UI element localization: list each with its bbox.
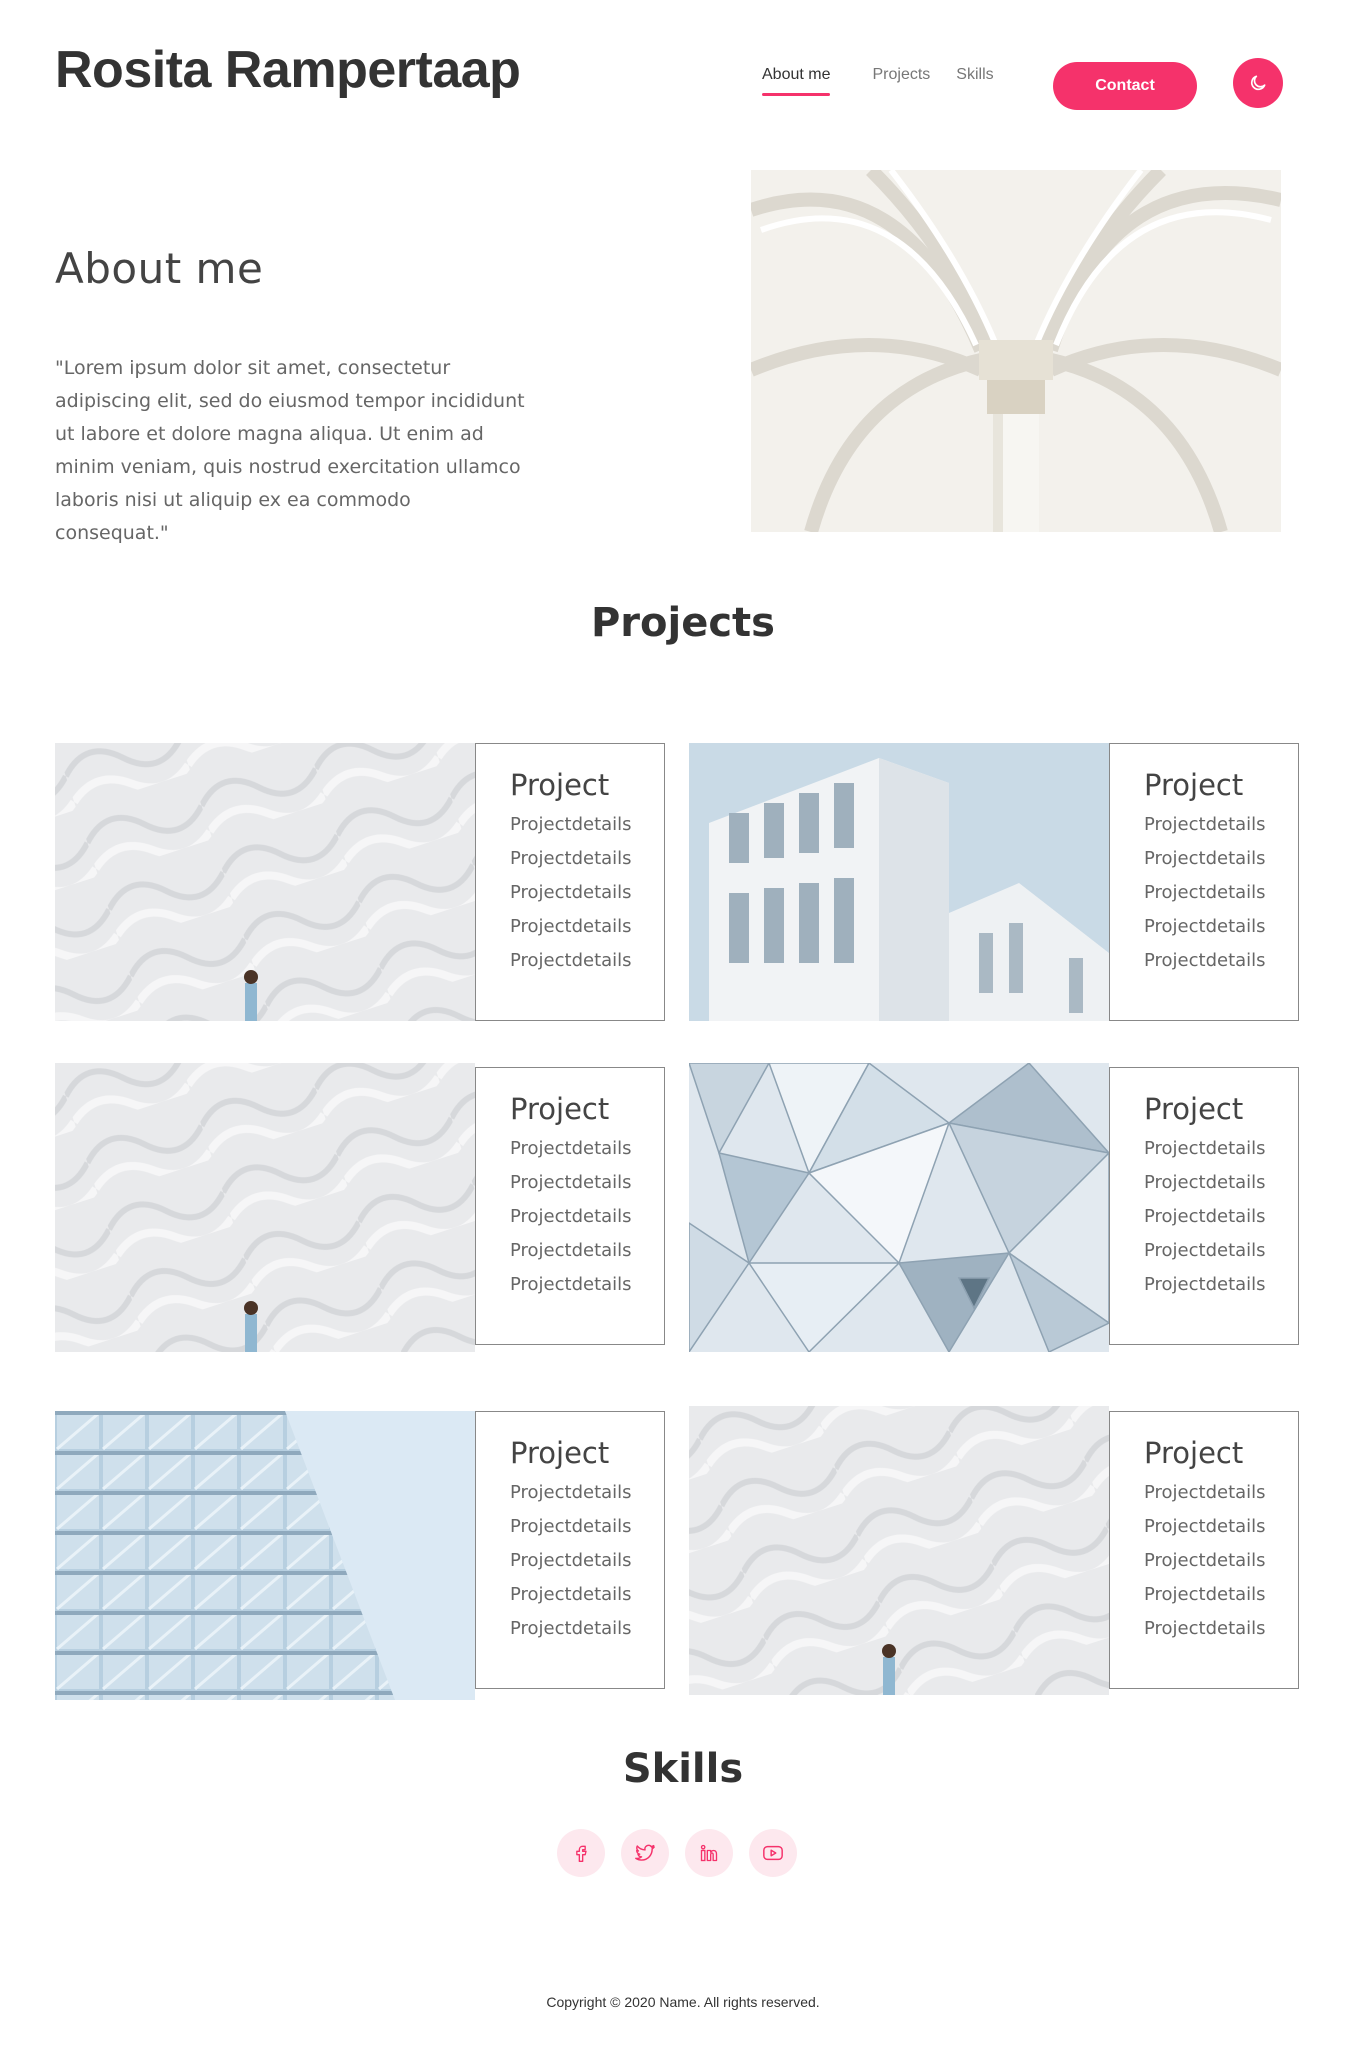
projects-title: Projects bbox=[590, 600, 775, 646]
project-detail: Projectdetails bbox=[1144, 1584, 1266, 1605]
project-detail: Projectdetails bbox=[510, 916, 632, 937]
project-detail: Projectdetails bbox=[510, 882, 632, 903]
project-detail: Projectdetails bbox=[1144, 1618, 1266, 1639]
project-title: Project bbox=[1144, 1092, 1244, 1126]
project-detail: Projectdetails bbox=[1144, 848, 1266, 869]
project-detail: Projectdetails bbox=[1144, 1172, 1266, 1193]
about-title: About me bbox=[55, 244, 264, 293]
project-detail: Projectdetails bbox=[1144, 1274, 1266, 1295]
project-image[interactable] bbox=[55, 1411, 475, 1700]
copyright: Copyright © 2020 Name. All rights reserv… bbox=[546, 1994, 820, 2010]
social-links bbox=[557, 1829, 813, 1877]
project-image[interactable] bbox=[55, 743, 475, 1021]
linkedin-link[interactable] bbox=[685, 1829, 733, 1877]
project-detail: Projectdetails bbox=[510, 814, 632, 835]
project-detail: Projectdetails bbox=[1144, 1206, 1266, 1227]
project-detail: Projectdetails bbox=[1144, 1138, 1266, 1159]
project-card[interactable]: Project Projectdetails Projectdetails Pr… bbox=[1109, 1067, 1299, 1345]
facebook-icon bbox=[576, 1845, 587, 1862]
main-nav: About me Projects Skills bbox=[762, 66, 1020, 96]
project-image[interactable] bbox=[55, 1063, 475, 1352]
facebook-link[interactable] bbox=[557, 1829, 605, 1877]
skills-title: Skills bbox=[622, 1746, 744, 1792]
about-text: "Lorem ipsum dolor sit amet, consectetur… bbox=[55, 357, 525, 544]
project-detail: Projectdetails bbox=[510, 1482, 632, 1503]
project-card[interactable]: Project Projectdetails Projectdetails Pr… bbox=[475, 743, 665, 1021]
nav-skills[interactable]: Skills bbox=[956, 66, 993, 84]
project-detail: Projectdetails bbox=[1144, 1550, 1266, 1571]
project-detail: Projectdetails bbox=[510, 1584, 632, 1605]
project-detail: Projectdetails bbox=[1144, 1516, 1266, 1537]
project-image[interactable] bbox=[689, 743, 1109, 1021]
project-title: Project bbox=[1144, 1436, 1244, 1470]
project-detail: Projectdetails bbox=[510, 848, 632, 869]
project-detail: Projectdetails bbox=[510, 1618, 632, 1639]
project-image[interactable] bbox=[689, 1406, 1109, 1695]
project-detail: Projectdetails bbox=[1144, 950, 1266, 971]
project-title: Project bbox=[1144, 768, 1244, 802]
site-title: Rosita Rampertaap bbox=[55, 41, 521, 99]
project-card[interactable]: Project Projectdetails Projectdetails Pr… bbox=[1109, 743, 1299, 1021]
project-detail: Projectdetails bbox=[510, 1550, 632, 1571]
twitter-link[interactable] bbox=[621, 1829, 669, 1877]
theme-toggle-button[interactable] bbox=[1233, 58, 1283, 108]
project-detail: Projectdetails bbox=[1144, 882, 1266, 903]
project-title: Project bbox=[510, 768, 610, 802]
project-detail: Projectdetails bbox=[1144, 1240, 1266, 1261]
project-detail: Projectdetails bbox=[510, 1516, 632, 1537]
project-title: Project bbox=[510, 1436, 610, 1470]
project-detail: Projectdetails bbox=[510, 1274, 632, 1295]
project-detail: Projectdetails bbox=[510, 1138, 632, 1159]
project-detail: Projectdetails bbox=[1144, 1482, 1266, 1503]
project-card[interactable]: Project Projectdetails Projectdetails Pr… bbox=[475, 1411, 665, 1689]
moon-icon bbox=[1250, 75, 1266, 91]
twitter-icon bbox=[635, 1844, 655, 1861]
youtube-icon bbox=[763, 1845, 783, 1861]
nav-about[interactable]: About me bbox=[762, 66, 831, 96]
project-detail: Projectdetails bbox=[510, 1172, 632, 1193]
project-title: Project bbox=[510, 1092, 610, 1126]
project-detail: Projectdetails bbox=[510, 1206, 632, 1227]
about-image bbox=[751, 170, 1281, 532]
project-detail: Projectdetails bbox=[1144, 814, 1266, 835]
youtube-link[interactable] bbox=[749, 1829, 797, 1877]
project-card[interactable]: Project Projectdetails Projectdetails Pr… bbox=[475, 1067, 665, 1345]
project-detail: Projectdetails bbox=[1144, 916, 1266, 937]
contact-button[interactable]: Contact bbox=[1053, 62, 1197, 110]
project-detail: Projectdetails bbox=[510, 950, 632, 971]
project-card[interactable]: Project Projectdetails Projectdetails Pr… bbox=[1109, 1411, 1299, 1689]
project-image[interactable] bbox=[689, 1063, 1109, 1352]
linkedin-icon bbox=[700, 1844, 718, 1862]
nav-projects[interactable]: Projects bbox=[872, 66, 930, 84]
project-detail: Projectdetails bbox=[510, 1240, 632, 1261]
